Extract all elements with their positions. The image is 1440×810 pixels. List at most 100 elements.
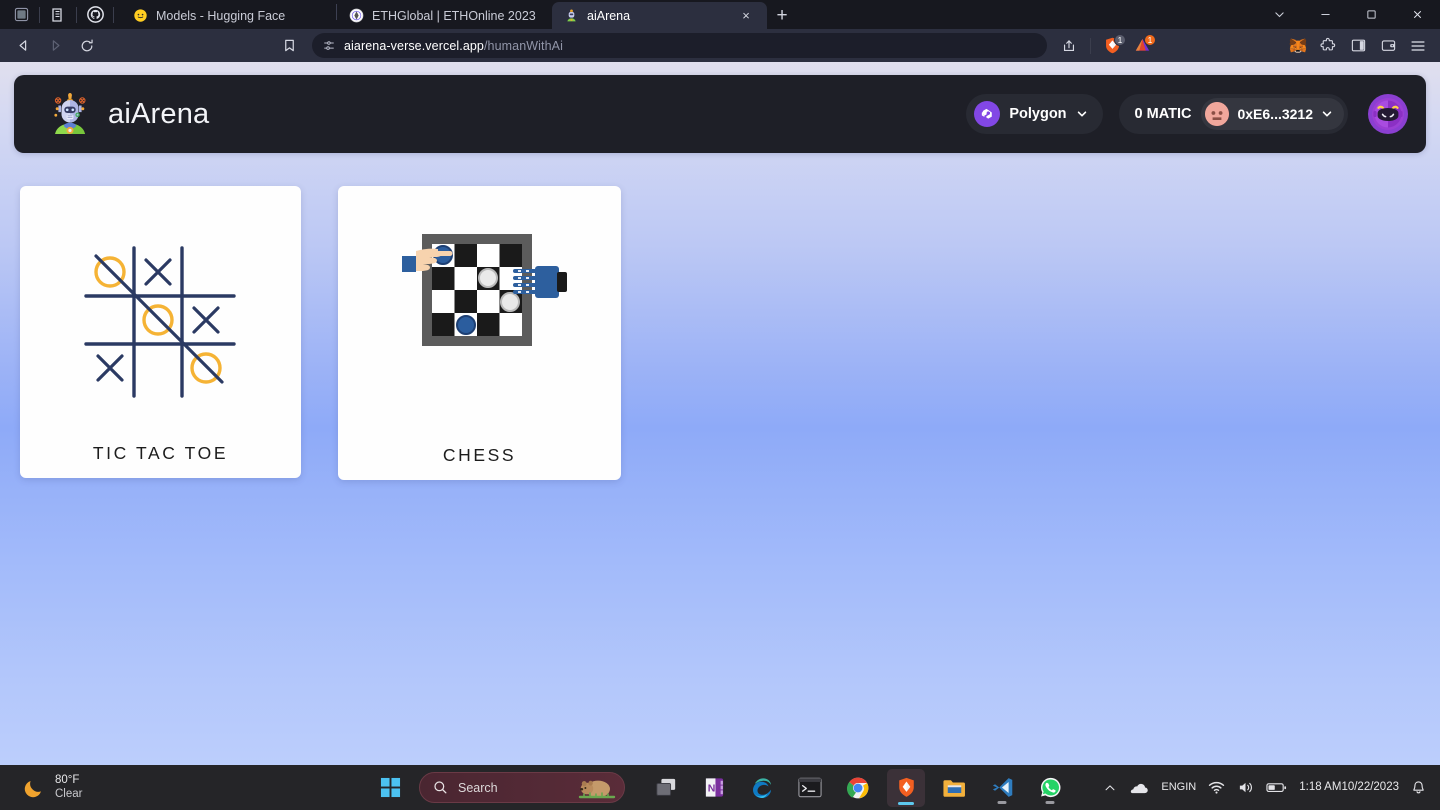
divider bbox=[76, 6, 77, 23]
brave-wallet-icon[interactable] bbox=[1374, 33, 1402, 59]
minimize-button[interactable] bbox=[1302, 0, 1348, 29]
crescent-moon-icon bbox=[22, 776, 46, 800]
language-indicator[interactable]: ENG IN bbox=[1161, 781, 1196, 793]
tab-ethglobal[interactable]: ETHGlobal | ETHOnline 2023 bbox=[337, 2, 552, 29]
hugging-face-icon bbox=[133, 8, 148, 23]
weather-widget[interactable]: 80°F Clear bbox=[0, 774, 230, 801]
account-pill: 0 MATIC 0xE6...3212 bbox=[1118, 94, 1348, 134]
hamburger-menu-icon[interactable] bbox=[1404, 33, 1432, 59]
chain-selector-button[interactable]: Polygon bbox=[966, 94, 1103, 134]
tab-title: aiArena bbox=[587, 8, 631, 23]
game-card-tic-tac-toe[interactable]: TIC TAC TOE bbox=[20, 186, 301, 478]
url-host: aiarena-verse.vercel.app bbox=[344, 38, 484, 53]
account-avatar bbox=[1205, 102, 1230, 126]
robot-icon bbox=[564, 8, 579, 23]
tic-tac-toe-illustration bbox=[76, 242, 246, 402]
wallet-balance: 0 MATIC bbox=[1134, 106, 1192, 122]
screen: Models - Hugging Face ETHGlobal | ETHOnl… bbox=[0, 0, 1440, 810]
game-label: TIC TAC TOE bbox=[92, 443, 229, 463]
brand[interactable]: aiArena bbox=[44, 88, 209, 140]
divider bbox=[39, 6, 40, 23]
ai-robot-logo bbox=[44, 88, 96, 140]
brand-name: aiArena bbox=[108, 97, 210, 130]
ethglobal-icon bbox=[349, 8, 364, 23]
wallet-widget: Polygon 0 MATIC 0xE6...3212 bbox=[966, 94, 1408, 134]
chain-name: Polygon bbox=[1009, 106, 1067, 122]
tab-close-button[interactable]: × bbox=[737, 7, 755, 25]
toolbar-right: 1 1 bbox=[1055, 33, 1432, 59]
chevron-down-icon bbox=[1076, 108, 1088, 120]
battery-icon[interactable] bbox=[1266, 781, 1287, 794]
sidebar-panel-icon[interactable] bbox=[1344, 33, 1372, 59]
tabs: Models - Hugging Face ETHGlobal | ETHOnl… bbox=[121, 0, 797, 29]
search-input[interactable]: Search bbox=[419, 772, 625, 803]
taskbar-terminal[interactable] bbox=[791, 769, 829, 807]
taskbar-vs-code[interactable] bbox=[983, 769, 1021, 807]
taskbar-google-chrome[interactable] bbox=[839, 769, 877, 807]
game-card-chess[interactable]: CHESS bbox=[338, 186, 621, 480]
system-tray: ENG IN 1:18 AM 10/22/2023 bbox=[1103, 765, 1440, 810]
url-text: aiarena-verse.vercel.app/humanWithAi bbox=[344, 39, 563, 53]
clock-time: 1:18 AM bbox=[1299, 781, 1342, 794]
profile-avatar-button[interactable] bbox=[1368, 94, 1408, 134]
svg-text:N: N bbox=[707, 782, 715, 794]
reload-icon[interactable] bbox=[72, 33, 102, 59]
taskbar: 80°F Clear Search N ENG IN 1:18 AM 10/22… bbox=[0, 765, 1440, 810]
app-tile-icon[interactable] bbox=[8, 3, 34, 27]
prism-badge-count: 1 bbox=[1144, 33, 1156, 46]
tab-search-button[interactable] bbox=[1256, 0, 1302, 29]
bell-icon[interactable] bbox=[1411, 780, 1426, 796]
taskbar-task-view[interactable] bbox=[647, 769, 685, 807]
browser-chrome: Models - Hugging Face ETHGlobal | ETHOnl… bbox=[0, 0, 1440, 62]
chevron-up-icon[interactable] bbox=[1103, 781, 1117, 795]
divider bbox=[1090, 37, 1091, 54]
clock-date: 10/22/2023 bbox=[1341, 781, 1399, 794]
weather-temperature: 80°F bbox=[55, 773, 80, 786]
windows-start-icon[interactable] bbox=[371, 769, 409, 807]
divider bbox=[113, 6, 114, 23]
prism-extension-icon[interactable]: 1 bbox=[1128, 33, 1156, 59]
page-content: aiArena Polygon 0 MATIC 0xE6...3212 TIC … bbox=[0, 62, 1440, 765]
search-icon bbox=[433, 780, 448, 795]
taskbar-brave-browser[interactable] bbox=[887, 768, 925, 807]
metamask-fox-icon[interactable] bbox=[1284, 33, 1312, 59]
speaker-icon[interactable] bbox=[1237, 780, 1254, 795]
account-address: 0xE6...3212 bbox=[1237, 106, 1313, 122]
language-line2: IN bbox=[1185, 781, 1197, 794]
wifi-icon[interactable] bbox=[1208, 780, 1225, 795]
polygon-icon bbox=[974, 101, 1001, 127]
game-cards: TIC TAC TOE CHESS bbox=[20, 186, 621, 480]
clock[interactable]: 1:18 AM 10/22/2023 bbox=[1299, 780, 1399, 794]
tab-huggingface[interactable]: Models - Hugging Face bbox=[121, 2, 336, 29]
account-button[interactable]: 0xE6...3212 bbox=[1201, 98, 1344, 130]
taskbar-onenote[interactable]: N bbox=[695, 769, 733, 807]
onedrive-cloud-icon[interactable] bbox=[1129, 781, 1149, 795]
taskbar-microsoft-edge[interactable] bbox=[743, 769, 781, 807]
brave-shields-icon[interactable]: 1 bbox=[1098, 33, 1126, 59]
maximize-button[interactable] bbox=[1348, 0, 1394, 29]
new-tab-button[interactable]: + bbox=[767, 2, 797, 29]
search-placeholder: Search bbox=[458, 780, 498, 795]
share-icon[interactable] bbox=[1055, 33, 1083, 59]
bookmark-icon[interactable] bbox=[274, 33, 304, 59]
taskbar-file-explorer[interactable] bbox=[935, 769, 973, 807]
tab-aiarena[interactable]: aiArena × bbox=[552, 2, 767, 29]
close-window-button[interactable] bbox=[1394, 0, 1440, 29]
address-bar[interactable]: aiarena-verse.vercel.app/humanWithAi bbox=[312, 33, 1047, 58]
url-path: /humanWithAi bbox=[483, 38, 563, 53]
app-header: aiArena Polygon 0 MATIC 0xE6...3212 bbox=[14, 75, 1426, 153]
extensions-puzzle-icon[interactable] bbox=[1314, 33, 1342, 59]
site-settings-icon[interactable] bbox=[322, 39, 336, 53]
window-controls bbox=[1256, 0, 1440, 29]
github-icon[interactable] bbox=[82, 3, 108, 27]
tab-title: ETHGlobal | ETHOnline 2023 bbox=[372, 8, 536, 23]
chevron-down-icon bbox=[1321, 108, 1333, 120]
wombat-mascot-icon bbox=[576, 775, 618, 801]
tab-title: Models - Hugging Face bbox=[156, 8, 286, 23]
game-label: CHESS bbox=[442, 445, 517, 465]
docs-icon[interactable] bbox=[45, 3, 71, 27]
weather-condition: Clear bbox=[55, 787, 83, 800]
back-arrow-icon[interactable] bbox=[8, 33, 38, 59]
taskbar-whatsapp[interactable] bbox=[1031, 769, 1069, 807]
weather-text: 80°F Clear bbox=[55, 774, 82, 801]
